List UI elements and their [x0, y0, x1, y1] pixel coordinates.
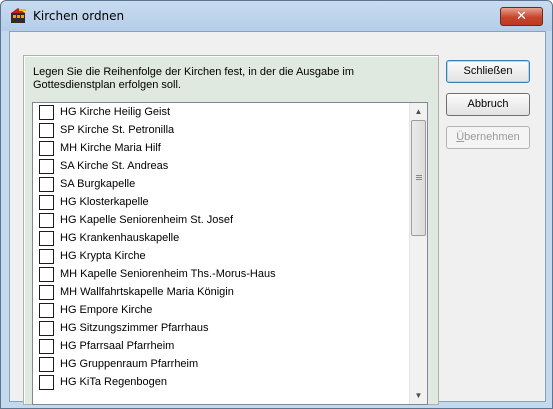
church-name: SA Burgkapelle — [60, 178, 136, 190]
window-close-button[interactable]: ✕ — [500, 7, 543, 26]
church-list-item[interactable]: SP Kirche St. Petronilla — [33, 121, 405, 139]
church-name: HG KiTa Regenbogen — [60, 376, 168, 388]
vertical-scrollbar[interactable]: ▲ ▼ — [409, 103, 427, 404]
title-bar[interactable]: Kirchen ordnen ✕ — [1, 1, 552, 31]
church-name: HG Gruppenraum Pfarrheim — [60, 358, 199, 370]
apply-button-mnemonic: Ü — [456, 131, 465, 143]
item-checkbox[interactable] — [39, 213, 54, 228]
item-checkbox[interactable] — [39, 285, 54, 300]
church-list-item[interactable]: HG Sitzungszimmer Pfarrhaus — [33, 319, 405, 337]
church-listbox[interactable]: HG Kirche Heilig Geist SP Kirche St. Petr… — [32, 102, 428, 405]
item-checkbox[interactable] — [39, 159, 54, 174]
church-name: HG Klosterkapelle — [60, 196, 149, 208]
church-name: MH Kapelle Seniorenheim Ths.-Morus-Haus — [60, 268, 276, 280]
church-name: HG Kapelle Seniorenheim St. Josef — [60, 214, 234, 226]
dialog-window: Kirchen ordnen ✕ Legen Sie die Reihenfol… — [0, 0, 553, 409]
close-button[interactable]: Schließen — [446, 60, 530, 83]
church-list-item[interactable]: SA Kirche St. Andreas — [33, 157, 405, 175]
close-icon: ✕ — [516, 9, 527, 24]
church-list-item[interactable]: HG KiTa Regenbogen — [33, 373, 405, 391]
dialog-client-area: Legen Sie die Reihenfolge der Kirchen fe… — [9, 31, 546, 405]
item-checkbox[interactable] — [39, 249, 54, 264]
grip-line — [416, 177, 422, 178]
church-name: SA Kirche St. Andreas — [60, 160, 169, 172]
item-checkbox[interactable] — [39, 303, 54, 318]
church-list-item[interactable]: HG Kapelle Seniorenheim St. Josef — [33, 211, 405, 229]
item-checkbox[interactable] — [39, 321, 54, 336]
church-name: HG Pfarrsaal Pfarrheim — [60, 340, 175, 352]
app-icon — [11, 8, 26, 23]
church-list-item[interactable]: HG Krankenhauskapelle — [33, 229, 405, 247]
apply-button-label: bernehmen — [464, 131, 520, 143]
church-list-item[interactable]: SA Burgkapelle — [33, 175, 405, 193]
church-order-panel: Legen Sie die Reihenfolge der Kirchen fe… — [23, 55, 439, 405]
item-checkbox[interactable] — [39, 195, 54, 210]
item-checkbox[interactable] — [39, 267, 54, 282]
scroll-up-arrow-icon[interactable]: ▲ — [410, 103, 427, 120]
church-name: MH Kirche Maria Hilf — [60, 142, 161, 154]
scroll-thumb[interactable] — [411, 120, 426, 236]
item-checkbox[interactable] — [39, 339, 54, 354]
church-name: HG Kirche Heilig Geist — [60, 106, 171, 118]
church-name: HG Sitzungszimmer Pfarrhaus — [60, 322, 209, 334]
item-checkbox[interactable] — [39, 141, 54, 156]
window-title: Kirchen ordnen — [33, 9, 125, 23]
instruction-text: Legen Sie die Reihenfolge der Kirchen fe… — [33, 66, 355, 91]
church-list-item[interactable]: MH Wallfahrtskapelle Maria Königin — [33, 283, 405, 301]
church-list-item[interactable]: HG Gruppenraum Pfarrheim — [33, 355, 405, 373]
item-checkbox[interactable] — [39, 177, 54, 192]
item-checkbox[interactable] — [39, 123, 54, 138]
church-name: MH Wallfahrtskapelle Maria Königin — [60, 286, 234, 298]
item-checkbox[interactable] — [39, 105, 54, 120]
church-list-item[interactable]: HG Klosterkapelle — [33, 193, 405, 211]
item-checkbox[interactable] — [39, 375, 54, 390]
church-name: SP Kirche St. Petronilla — [60, 124, 175, 136]
church-list-item[interactable]: HG Krypta Kirche — [33, 247, 405, 265]
item-checkbox[interactable] — [39, 357, 54, 372]
scroll-down-arrow-icon[interactable]: ▼ — [410, 387, 427, 404]
church-list-item[interactable]: MH Kapelle Seniorenheim Ths.-Morus-Haus — [33, 265, 405, 283]
item-checkbox[interactable] — [39, 231, 54, 246]
church-list-item[interactable]: MH Kirche Maria Hilf — [33, 139, 405, 157]
grip-line — [416, 179, 422, 180]
apply-button[interactable]: Übernehmen — [446, 126, 530, 149]
cancel-button[interactable]: Abbruch — [446, 93, 530, 116]
church-name: HG Empore Kirche — [60, 304, 153, 316]
church-name: HG Krypta Kirche — [60, 250, 146, 262]
grip-line — [416, 175, 422, 176]
church-list-item[interactable]: HG Pfarrsaal Pfarrheim — [33, 337, 405, 355]
church-name: HG Krankenhauskapelle — [60, 232, 180, 244]
church-list-item[interactable]: HG Empore Kirche — [33, 301, 405, 319]
church-list: HG Kirche Heilig Geist SP Kirche St. Petr… — [33, 103, 405, 391]
church-list-item[interactable]: HG Kirche Heilig Geist — [33, 103, 405, 121]
